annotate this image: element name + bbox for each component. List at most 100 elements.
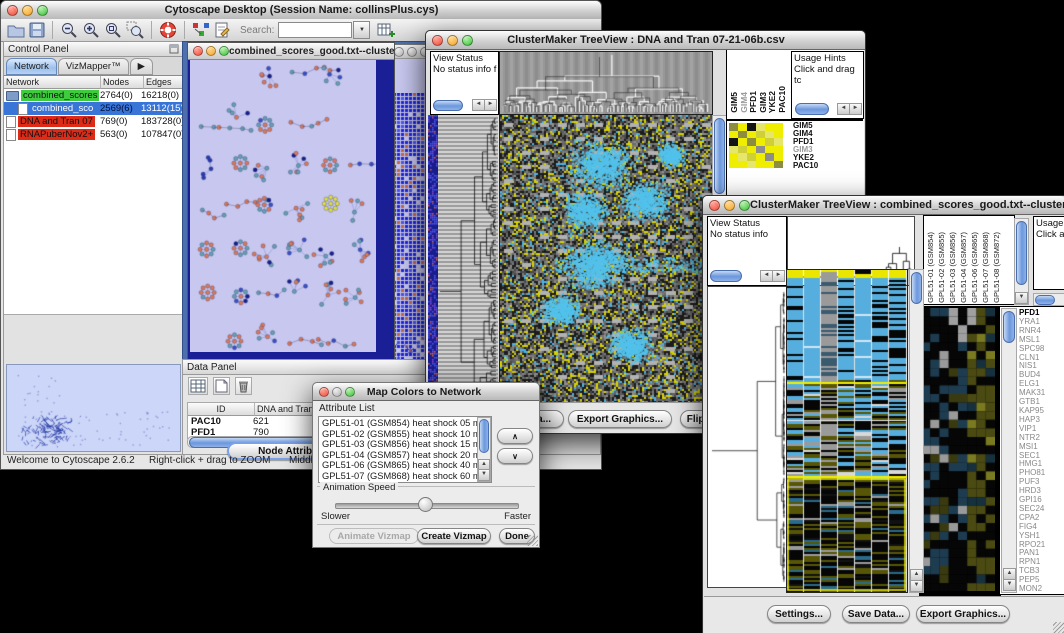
- row-dendrogram-canvas[interactable]: [707, 286, 787, 588]
- scroll-down-button[interactable]: ▼: [1015, 292, 1028, 304]
- minimize-button[interactable]: [724, 200, 735, 211]
- annotation-button[interactable]: [213, 20, 231, 40]
- column-label[interactable]: GPL51-07 (GSM868): [981, 232, 992, 303]
- zoom-button[interactable]: [462, 35, 473, 46]
- zoom-in-button[interactable]: [81, 20, 101, 40]
- birdseye-view[interactable]: [6, 364, 181, 452]
- scrollbar-thumb[interactable]: [714, 118, 725, 194]
- scroll-down-button[interactable]: ▼: [910, 580, 923, 592]
- vizmapper-button[interactable]: [191, 20, 211, 40]
- save-session-button[interactable]: [28, 21, 46, 39]
- list-vscrollbar[interactable]: ▲ ▼: [477, 417, 491, 482]
- network-row[interactable]: combined_sco2569(6)13112(15): [4, 102, 183, 115]
- treeview2-titlebar[interactable]: ClusterMaker TreeView : combined_scores_…: [703, 196, 1064, 215]
- column-label[interactable]: PFD1: [748, 91, 758, 113]
- network-canvas[interactable]: [190, 60, 376, 352]
- move-up-button[interactable]: ∧: [497, 428, 533, 444]
- gene-label[interactable]: MON2: [1019, 585, 1045, 594]
- select-attributes-button[interactable]: [188, 377, 208, 395]
- scrollbar-thumb[interactable]: [1016, 221, 1027, 285]
- minimize-button[interactable]: [332, 387, 342, 397]
- column-label[interactable]: GPL51-04 (GSM857): [959, 232, 970, 303]
- scrollbar-thumb[interactable]: [795, 103, 829, 115]
- column-header-edges[interactable]: Edges: [144, 76, 183, 89]
- scrollbar-thumb[interactable]: [433, 100, 463, 111]
- column-label[interactable]: GIM3: [758, 92, 768, 113]
- treeview1-titlebar[interactable]: ClusterMaker TreeView : DNA and Tran 07-…: [426, 31, 865, 50]
- scrollbar-thumb[interactable]: [479, 419, 489, 453]
- close-button[interactable]: [709, 200, 720, 211]
- minimize-button[interactable]: [22, 5, 33, 16]
- save-data-button[interactable]: Save Data...: [842, 605, 910, 623]
- zoom-button[interactable]: [219, 46, 229, 56]
- scroll-right-button[interactable]: ►: [849, 103, 862, 115]
- heatmap-canvas[interactable]: [499, 115, 712, 403]
- scroll-down-button[interactable]: ▼: [1003, 579, 1016, 591]
- heatmap-vscrollbar[interactable]: ▲ ▼: [909, 269, 924, 593]
- scroll-right-button[interactable]: ►: [484, 99, 497, 111]
- delete-attribute-button[interactable]: [235, 377, 252, 395]
- resize-grip[interactable]: [1053, 622, 1064, 633]
- scroll-right-button[interactable]: ►: [772, 270, 785, 282]
- minimap-strip[interactable]: [428, 115, 438, 403]
- zoom-selected-button[interactable]: [125, 20, 145, 40]
- zoom-button[interactable]: [37, 5, 48, 16]
- tab-vizmapper[interactable]: VizMapper™: [58, 58, 129, 75]
- zoom-fit-button[interactable]: [103, 20, 123, 40]
- zoom-button[interactable]: [739, 200, 750, 211]
- similarity-matrix[interactable]: [729, 123, 783, 168]
- dialog-titlebar[interactable]: Map Colors to Network: [313, 383, 539, 401]
- open-session-button[interactable]: [6, 21, 26, 39]
- row-dendrogram-panel[interactable]: [438, 115, 498, 403]
- scrollbar-thumb[interactable]: [1035, 295, 1055, 305]
- main-titlebar[interactable]: Cytoscape Desktop (Session Name: collins…: [1, 1, 601, 20]
- column-label[interactable]: GPL51-01 (GSM854): [926, 232, 937, 303]
- column-label[interactable]: GPL51-08 (GSM872): [992, 232, 1003, 303]
- attribute-list-item[interactable]: GPL51-07 (GSM868) heat shock 60 min: [319, 471, 491, 482]
- column-header-nodes[interactable]: Nodes: [101, 76, 144, 89]
- heatmap-canvas[interactable]: [786, 269, 908, 593]
- column-label[interactable]: GIM4: [739, 92, 749, 113]
- attribute-list-item[interactable]: GPL51-02 (GSM855) heat shock 10 min: [319, 429, 491, 440]
- scroll-down-button[interactable]: ▼: [478, 469, 490, 481]
- resize-grip[interactable]: [527, 535, 538, 546]
- column-label[interactable]: GPL51-03 (GSM856): [948, 232, 959, 303]
- attribute-table-button[interactable]: [376, 21, 396, 39]
- minimize-button[interactable]: [447, 35, 458, 46]
- settings-button[interactable]: Settings...: [767, 605, 831, 623]
- attribute-list-item[interactable]: GPL51-06 (GSM865) heat shock 40 min: [319, 460, 491, 471]
- column-label[interactable]: PAC10: [777, 86, 787, 113]
- network-row[interactable]: DNA and Tran 07769(0)183728(0): [4, 115, 183, 128]
- network-row[interactable]: RNAPuberNov2+563(0)107847(0): [4, 128, 183, 141]
- move-down-button[interactable]: ∨: [497, 448, 533, 464]
- attribute-list-item[interactable]: GPL51-03 (GSM856) heat shock 15 min: [319, 439, 491, 450]
- minimize-button[interactable]: [206, 46, 216, 56]
- close-button[interactable]: [193, 46, 203, 56]
- tab-network[interactable]: Network: [6, 58, 57, 75]
- float-panel-icon[interactable]: [169, 44, 179, 54]
- column-header-id[interactable]: ID: [188, 403, 255, 416]
- network-window[interactable]: combined_scores_good.txt--cluste...: [187, 42, 395, 366]
- attribute-list-item[interactable]: GPL51-01 (GSM854) heat shock 05 min: [319, 418, 491, 429]
- close-button[interactable]: [394, 47, 404, 57]
- zoom-heatmap-panel[interactable]: [919, 306, 1001, 597]
- help-button[interactable]: [158, 20, 178, 40]
- network-row[interactable]: combined_scores2764(0)16218(0): [4, 89, 183, 102]
- export-graphics-button[interactable]: Export Graphics...: [916, 605, 1010, 623]
- speed-slider-thumb[interactable]: [418, 497, 433, 512]
- labels-vscrollbar[interactable]: ▼: [1014, 218, 1029, 305]
- usage-hscrollbar[interactable]: [1033, 293, 1064, 306]
- tab-more[interactable]: ▶: [130, 58, 153, 75]
- network-window-titlebar[interactable]: combined_scores_good.txt--cluste...: [188, 43, 394, 60]
- export-graphics-button[interactable]: Export Graphics...: [568, 410, 672, 428]
- column-dendrogram-canvas[interactable]: [499, 51, 713, 115]
- new-attribute-button[interactable]: [213, 377, 230, 395]
- scrollbar-thumb[interactable]: [710, 270, 742, 282]
- attribute-list-item[interactable]: GPL51-04 (GSM857) heat shock 20 min: [319, 450, 491, 461]
- scrollbar-thumb[interactable]: [911, 272, 922, 304]
- column-label[interactable]: GIM5: [729, 92, 739, 113]
- scrollbar-thumb[interactable]: [1003, 311, 1015, 343]
- column-label[interactable]: GPL51-06 (GSM865): [970, 232, 981, 303]
- column-label[interactable]: GPL51-02 (GSM855): [937, 232, 948, 303]
- close-button[interactable]: [319, 387, 329, 397]
